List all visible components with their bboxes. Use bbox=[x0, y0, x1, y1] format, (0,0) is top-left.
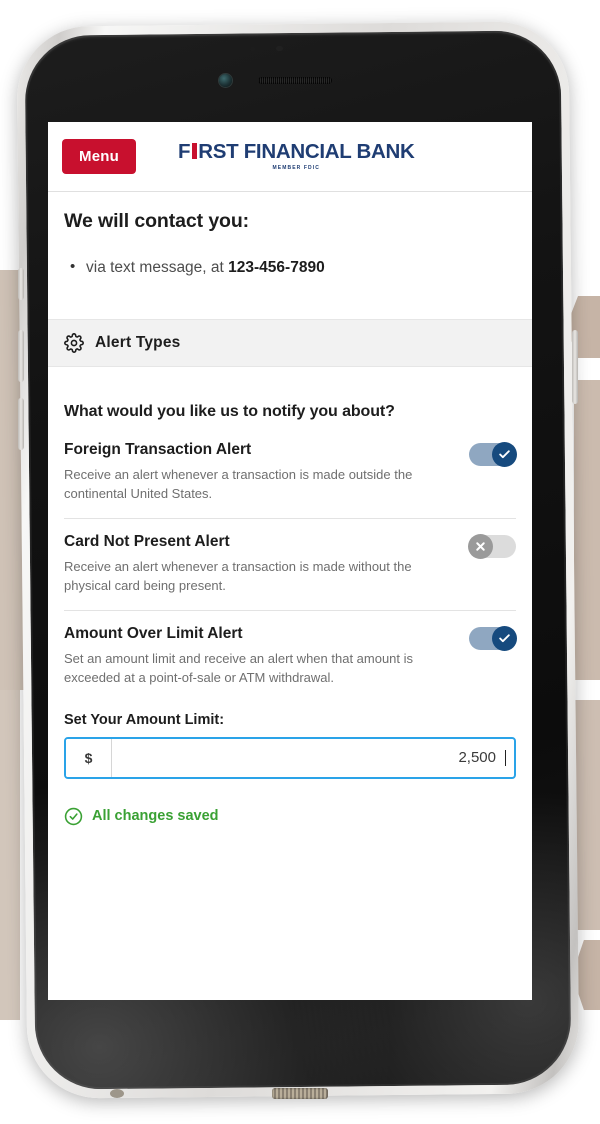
power-button[interactable] bbox=[572, 330, 578, 404]
alert-types-section-header: Alert Types bbox=[48, 319, 532, 367]
toggle-knob bbox=[468, 533, 493, 559]
check-icon bbox=[499, 634, 510, 643]
bank-logo-wordmark: F RST FINANCIAL BANK bbox=[178, 142, 415, 163]
save-status: All changes saved bbox=[64, 807, 516, 846]
contact-method-item: via text message, at 123-456-7890 bbox=[70, 258, 516, 277]
amount-limit-input[interactable] bbox=[112, 738, 505, 777]
ambient-light-sensor bbox=[250, 47, 255, 51]
notify-prompt: What would you like us to notify you abo… bbox=[64, 403, 395, 420]
background-shape-right-upper bbox=[574, 380, 600, 680]
check-circle-icon bbox=[64, 807, 83, 826]
app-header: Menu F RST FINANCIAL BANK MEMBER FDIC bbox=[48, 122, 532, 192]
alert-description: Receive an alert whenever a transaction … bbox=[64, 467, 413, 501]
contact-method-list: via text message, at 123-456-7890 bbox=[64, 258, 516, 277]
alert-row: Amount Over Limit Alert Set an amount li… bbox=[64, 625, 517, 692]
alert-description: Receive an alert whenever a transaction … bbox=[64, 558, 412, 593]
alert-text-block: Amount Over Limit Alert Set an amount li… bbox=[64, 625, 457, 688]
screenshot-stage: Menu F RST FINANCIAL BANK MEMBER FDIC We… bbox=[0, 0, 600, 1124]
amount-limit-field[interactable]: $ bbox=[64, 736, 516, 779]
x-icon bbox=[476, 542, 485, 551]
alert-row: Foreign Transaction Alert Receive an ale… bbox=[64, 441, 517, 519]
contact-method-prefix: via text message, at bbox=[86, 259, 229, 276]
alert-title: Amount Over Limit Alert bbox=[64, 624, 243, 642]
contact-phone-number: 123-456-7890 bbox=[228, 259, 325, 276]
alert-title: Foreign Transaction Alert bbox=[64, 441, 252, 458]
check-icon bbox=[499, 450, 510, 459]
alert-row: Card Not Present Alert Receive an alert … bbox=[64, 533, 516, 611]
alert-types-title: Alert Types bbox=[95, 334, 181, 351]
bank-logo-subtitle: MEMBER FDIC bbox=[272, 164, 320, 171]
volume-down-button[interactable] bbox=[18, 398, 24, 450]
volume-up-button[interactable] bbox=[18, 330, 24, 382]
front-camera-icon bbox=[219, 74, 232, 87]
headphone-jack bbox=[110, 1089, 124, 1098]
contact-heading: We will contact you: bbox=[64, 210, 250, 232]
charging-port bbox=[272, 1088, 328, 1099]
amount-over-limit-alert-toggle[interactable] bbox=[469, 625, 517, 651]
alert-description: Set an amount limit and receive an alert… bbox=[64, 650, 414, 685]
alert-text-block: Card Not Present Alert Receive an alert … bbox=[64, 533, 457, 596]
alert-title: Card Not Present Alert bbox=[64, 532, 230, 550]
bank-logo-red-bar-icon bbox=[191, 143, 197, 160]
bank-logo-rest: RST FINANCIAL BANK bbox=[198, 140, 415, 164]
toggle-knob bbox=[492, 442, 517, 467]
toggle-knob bbox=[492, 625, 517, 651]
background-shape-right-lower bbox=[574, 700, 600, 930]
app-viewport: Menu F RST FINANCIAL BANK MEMBER FDIC We… bbox=[48, 122, 532, 1000]
earpiece-speaker bbox=[258, 77, 332, 84]
currency-symbol: $ bbox=[66, 738, 112, 777]
bank-logo-letter-f: F bbox=[177, 140, 191, 164]
background-shape-left-lower bbox=[0, 690, 20, 1020]
mute-switch[interactable] bbox=[18, 268, 24, 300]
contact-section: We will contact you: via text message, a… bbox=[48, 192, 532, 277]
amount-limit-label: Set Your Amount Limit: bbox=[64, 711, 225, 728]
save-status-text: All changes saved bbox=[92, 808, 219, 825]
menu-button[interactable]: Menu bbox=[62, 139, 136, 174]
text-cursor bbox=[505, 749, 506, 766]
bank-logo: F RST FINANCIAL BANK MEMBER FDIC bbox=[178, 142, 415, 171]
card-not-present-alert-toggle[interactable] bbox=[468, 533, 516, 559]
foreign-transaction-alert-toggle[interactable] bbox=[469, 442, 517, 467]
alerts-body: What would you like us to notify you abo… bbox=[48, 367, 532, 846]
proximity-sensor bbox=[276, 46, 283, 51]
alert-text-block: Foreign Transaction Alert Receive an ale… bbox=[64, 441, 457, 504]
gear-icon bbox=[64, 333, 84, 353]
